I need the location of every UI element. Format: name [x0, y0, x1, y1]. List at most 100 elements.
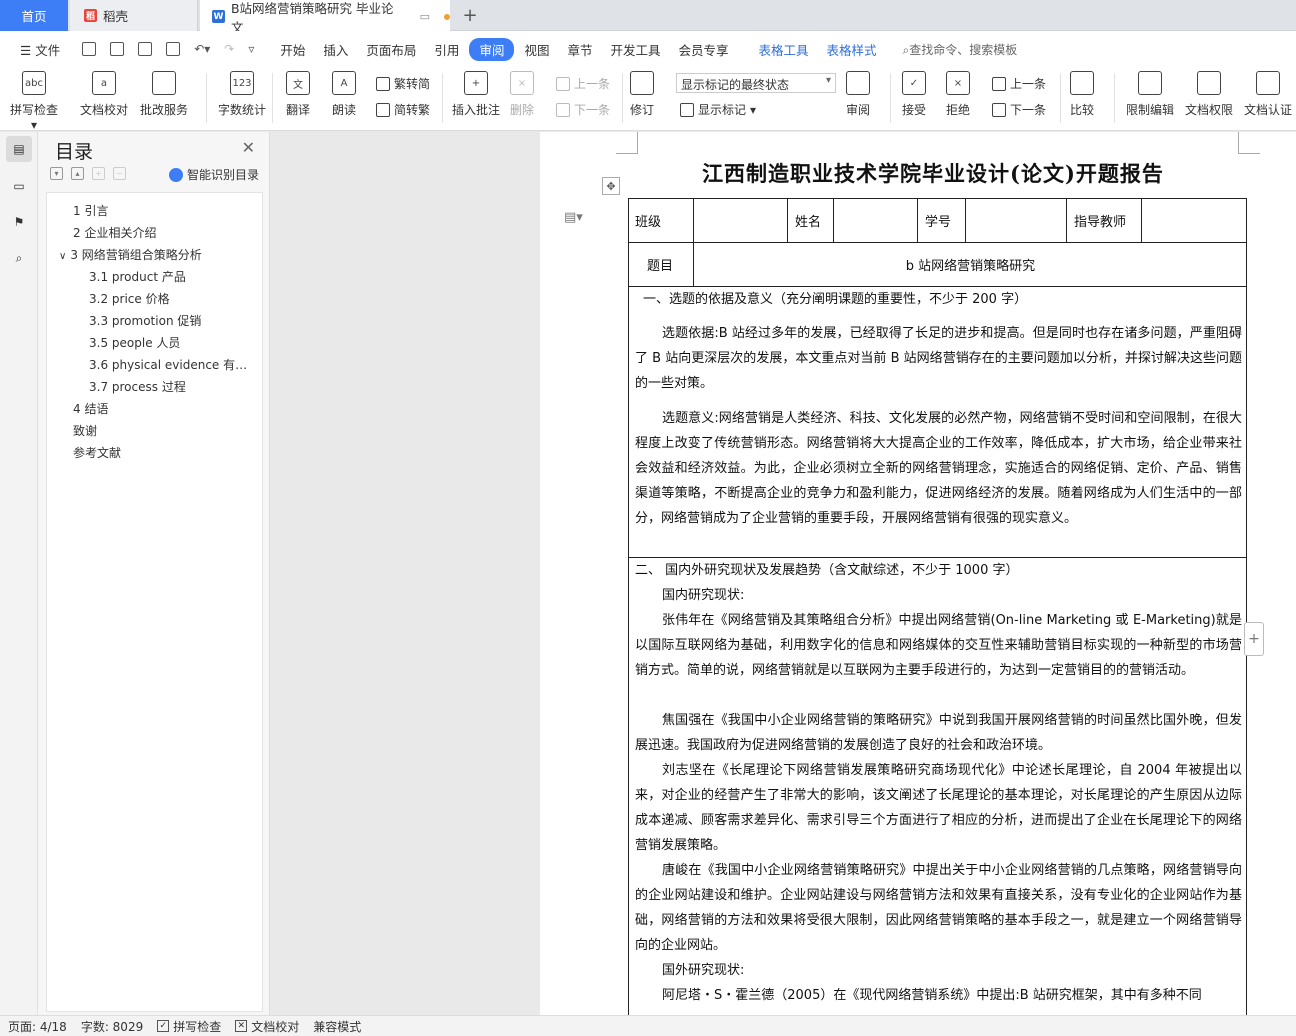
navigation-strip: ▤ ▭ ⚑ ⌕ — [0, 132, 38, 1015]
undo-icon[interactable]: ↶▾ — [194, 42, 210, 56]
simp-trad-icon — [376, 102, 390, 117]
doc-cert-button[interactable]: 文档认证 — [1244, 71, 1292, 118]
toc-item[interactable]: 参考文献 — [73, 444, 121, 461]
prev-comment-button[interactable]: 上一条 — [556, 75, 610, 92]
tab-docer[interactable]: 稻 稻壳 — [70, 0, 198, 31]
toc-item[interactable]: 3.6 physical evidence 有… — [89, 356, 247, 373]
toc-item[interactable]: ∨ 3 网络营销组合策略分析 — [59, 246, 202, 263]
tab-home[interactable]: 首页 — [0, 0, 68, 31]
toc-item[interactable]: 3.1 product 产品 — [89, 268, 186, 285]
spell-check-toggle[interactable]: ✓ 拼写检查 — [157, 1018, 221, 1035]
markup-mode-select[interactable]: 显示标记的最终状态 — [676, 73, 836, 93]
section2-heading: 二、 国内外研究现状及发展趋势（含文献综述，不少于 1000 字） — [635, 563, 1019, 578]
add-comment-side-button[interactable]: + — [1244, 622, 1264, 656]
accept-button[interactable]: ✓ 接受 — [902, 71, 926, 118]
collapse-icon[interactable]: ▾ — [50, 167, 63, 180]
read-aloud-button[interactable]: A 朗读 — [332, 71, 356, 118]
delete-comment-button[interactable]: × 删除 — [510, 71, 534, 118]
add-level-icon[interactable]: + — [92, 167, 105, 180]
tab-document[interactable]: W B站网络营销策略研究 毕业论文 ▭ — [200, 0, 450, 35]
menu-review[interactable]: 审阅 — [469, 37, 515, 61]
section1-paragraph: 选题意义:网络营销是人类经济、科技、文化发展的必然产物，网络营销不受时间和空间限… — [635, 411, 1242, 526]
next-comment-button[interactable]: 下一条 — [556, 101, 610, 118]
report-table: 班级 姓名 学号 指导教师 题目 b 站网络营销策略研究 一、选题的依据及意义（… — [628, 198, 1247, 1015]
customize-icon[interactable]: ▿ — [248, 42, 254, 56]
unsaved-dot-icon — [444, 13, 450, 20]
prev-change-button[interactable]: 上一条 — [992, 75, 1046, 92]
trad-to-simp-button[interactable]: 繁转简 — [376, 75, 430, 92]
paragraph-options-icon[interactable]: ▤▾ — [564, 210, 583, 225]
menu-developer[interactable]: 开发工具 — [602, 37, 668, 62]
page-corner-mark — [616, 132, 638, 154]
topic-label: 题目 — [647, 259, 674, 274]
word-count-indicator[interactable]: 字数: 8029 — [81, 1018, 143, 1035]
spell-check-button[interactable]: abc 拼写检查 ▾ — [10, 71, 58, 132]
expand-icon[interactable]: ▴ — [71, 167, 84, 180]
reject-icon: × — [946, 71, 970, 95]
prev-comment-icon — [556, 76, 570, 91]
restrict-edit-button[interactable]: 限制编辑 — [1126, 71, 1174, 118]
command-search[interactable]: ⌕查找命令、搜索模板 — [903, 41, 1018, 58]
menu-section[interactable]: 章节 — [559, 37, 600, 62]
proofread-toggle[interactable]: ✕ 文档校对 — [235, 1018, 299, 1035]
track-changes-button[interactable]: 修订 — [630, 71, 654, 118]
revise-service-button[interactable]: 批改服务 — [140, 71, 188, 118]
toc-title: 目录 — [55, 141, 94, 163]
show-markup-icon — [680, 102, 694, 117]
smart-toc-icon — [168, 167, 183, 182]
menu-start[interactable]: 开始 — [272, 37, 313, 62]
file-menu[interactable]: ☰ 文件 — [12, 37, 68, 62]
table-move-handle-icon[interactable]: ✥ — [602, 177, 620, 195]
doc-permission-button[interactable]: 文档权限 — [1185, 71, 1233, 118]
toc-item[interactable]: 3.7 process 过程 — [89, 378, 186, 395]
toc-view-icon[interactable]: ▤ — [6, 136, 32, 162]
new-tab-button[interactable]: + — [458, 0, 482, 31]
smart-toc-button[interactable]: 智能识别目录 — [168, 166, 259, 183]
toc-item[interactable]: 4 结语 — [73, 400, 108, 417]
name-label: 姓名 — [795, 215, 822, 230]
compare-button[interactable]: 比较 — [1070, 71, 1094, 118]
bookmark-icon[interactable]: ⚑ — [9, 212, 29, 232]
chapter-icon[interactable]: ▭ — [9, 176, 29, 196]
menu-table-tools[interactable]: 表格工具 — [751, 37, 817, 62]
menu-page-layout[interactable]: 页面布局 — [358, 37, 424, 62]
search-panel-icon[interactable]: ⌕ — [9, 248, 29, 268]
toc-item[interactable]: 致谢 — [73, 422, 97, 439]
toc-item[interactable]: 2 企业相关介绍 — [73, 224, 156, 241]
section2-paragraph: 刘志坚在《长尾理论下网络营销发展策略研究商场现代化》中论述长尾理论，自 2004… — [635, 763, 1242, 853]
show-markup-button[interactable]: 显示标记 ▾ — [680, 101, 756, 118]
print-preview-icon[interactable] — [166, 42, 181, 56]
toc-item[interactable]: 1 引言 — [73, 202, 108, 219]
page-indicator[interactable]: 页面: 4/18 — [8, 1018, 67, 1035]
page-corner-mark — [1238, 132, 1260, 154]
format-painter-icon[interactable] — [110, 42, 125, 56]
translate-button[interactable]: 文翻译 — [286, 71, 310, 118]
remove-level-icon[interactable]: − — [113, 167, 126, 180]
doc-check-button[interactable]: a 文档校对 — [80, 71, 128, 118]
redo-icon[interactable]: ↷ — [224, 42, 234, 56]
screen-icon[interactable]: ▭ — [420, 10, 430, 23]
chevron-down-icon[interactable]: ∨ — [59, 251, 66, 262]
insert-comment-button[interactable]: + 插入批注 — [452, 71, 500, 118]
menu-table-style[interactable]: 表格样式 — [819, 37, 885, 62]
compare-icon — [1070, 71, 1094, 95]
toc-item[interactable]: 3.2 price 价格 — [89, 290, 170, 307]
close-icon[interactable]: ✕ — [242, 138, 255, 157]
reject-button[interactable]: × 拒绝 — [946, 71, 970, 118]
menu-insert[interactable]: 插入 — [315, 37, 356, 62]
print-icon[interactable] — [138, 42, 153, 56]
word-doc-icon: W — [212, 10, 225, 23]
toc-item[interactable]: 3.5 people 人员 — [89, 334, 180, 351]
menu-view[interactable]: 视图 — [516, 37, 557, 62]
menu-member[interactable]: 会员专享 — [671, 37, 737, 62]
next-change-button[interactable]: 下一条 — [992, 101, 1046, 118]
review-pane-button[interactable]: 审阅 — [846, 71, 870, 118]
toc-item[interactable]: 3.3 promotion 促销 — [89, 312, 201, 329]
permission-icon — [1197, 71, 1221, 95]
save-icon[interactable] — [82, 42, 97, 56]
menu-references[interactable]: 引用 — [426, 37, 467, 62]
document-page[interactable]: ✥ ▤▾ 江西制造职业技术学院毕业设计(论文)开题报告 班级 姓名 学号 指导教… — [540, 132, 1296, 1015]
word-count-button[interactable]: 123 字数统计 — [218, 71, 266, 118]
prev-change-icon — [992, 76, 1006, 91]
simp-to-trad-button[interactable]: 简转繁 — [376, 101, 430, 118]
